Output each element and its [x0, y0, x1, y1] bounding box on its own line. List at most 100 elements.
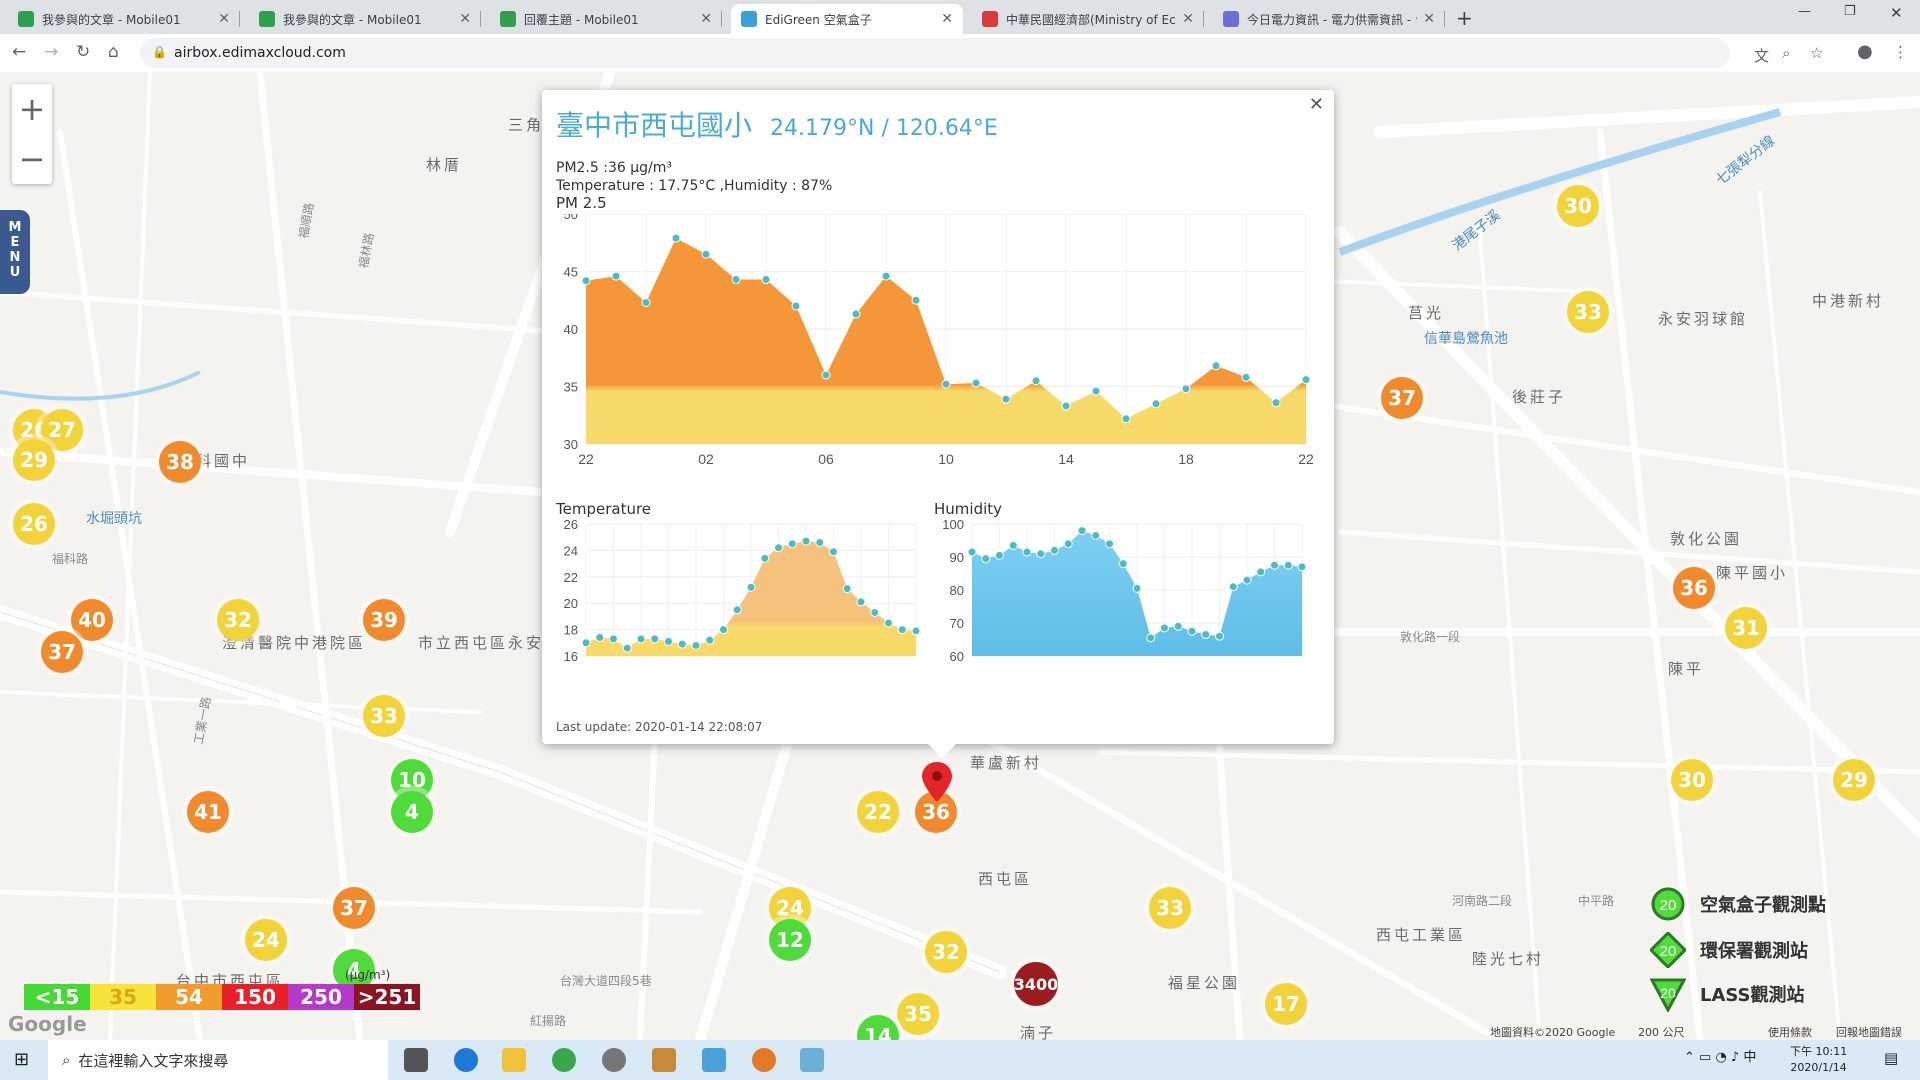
station-marker[interactable]: 33: [1567, 291, 1609, 333]
menu-dots-icon[interactable]: ⋮: [1893, 43, 1908, 61]
app-icon-4[interactable]: [752, 1048, 776, 1072]
close-window-button[interactable]: ✕: [1890, 4, 1903, 22]
tab-3[interactable]: 回覆主題 - Mobile01 ✕: [490, 4, 722, 34]
station-marker[interactable]: 17: [1265, 983, 1307, 1025]
data-point: [701, 249, 711, 259]
station-marker[interactable]: 12: [769, 919, 811, 961]
station-marker[interactable]: 36: [1673, 567, 1715, 609]
station-marker[interactable]: 32: [217, 599, 259, 641]
legend-epa: 20 環保署觀測站: [1650, 932, 1808, 968]
station-marker[interactable]: 30: [1557, 185, 1599, 227]
svg-text:20: 20: [1660, 897, 1677, 914]
app-icon-3[interactable]: [702, 1048, 726, 1072]
station-marker[interactable]: 3400: [1014, 962, 1058, 1006]
tray-icons[interactable]: ⌃ ▭ ◔ ♪ 中: [1684, 1050, 1756, 1066]
data-point: [967, 547, 977, 557]
station-marker[interactable]: 29: [13, 439, 55, 481]
close-popup-icon[interactable]: ✕: [1309, 94, 1324, 115]
station-marker[interactable]: 26: [13, 503, 55, 545]
home-icon[interactable]: ⌂: [108, 42, 119, 62]
station-marker[interactable]: 31: [1725, 607, 1767, 649]
station-marker[interactable]: 37: [333, 887, 375, 929]
road-label: 中平路: [1578, 894, 1615, 908]
zoom-in-button[interactable]: +: [12, 84, 52, 134]
task-view-icon[interactable]: [404, 1048, 428, 1072]
station-marker[interactable]: 40: [71, 599, 113, 641]
back-icon[interactable]: ←: [12, 42, 26, 62]
bookmark-star-icon[interactable]: ☆: [1810, 44, 1823, 62]
location-pin-icon[interactable]: [920, 760, 954, 804]
station-marker[interactable]: 33: [1149, 887, 1191, 929]
data-point: [1242, 575, 1252, 585]
report-error-link[interactable]: 回報地圖錯誤: [1836, 1024, 1902, 1040]
y-tick-label: 60: [950, 649, 964, 664]
station-marker[interactable]: 37: [1381, 377, 1423, 419]
station-marker[interactable]: 30: [1671, 759, 1713, 801]
station-marker[interactable]: 35: [897, 993, 939, 1035]
place-label: 永安羽球館: [1658, 310, 1749, 328]
edge-icon[interactable]: [454, 1048, 478, 1072]
new-tab-button[interactable]: +: [1456, 6, 1473, 30]
station-marker[interactable]: 24: [245, 919, 287, 961]
tab-5[interactable]: 中華民國經濟部(Ministry of Eco ✕: [972, 4, 1204, 34]
station-marker[interactable]: 22: [857, 791, 899, 833]
tab-title: 中華民國經濟部(Ministry of Eco: [1006, 12, 1177, 27]
data-point: [705, 635, 715, 645]
address-bar[interactable]: 🔒 airbox.edimaxcloud.com 文 ⌕ ☆: [140, 38, 1823, 68]
y-tick-label: 45: [564, 265, 578, 280]
file-explorer-icon[interactable]: [502, 1048, 526, 1072]
tab-favicon-icon: [259, 11, 275, 27]
y-tick-label: 18: [564, 623, 578, 638]
aqi-band: 250: [288, 984, 354, 1010]
search-placeholder: 在這裡輸入文字來搜尋: [78, 1051, 229, 1070]
svg-text:20: 20: [1660, 985, 1676, 1001]
forward-icon[interactable]: →: [44, 42, 58, 62]
station-marker[interactable]: 37: [41, 631, 83, 673]
clock[interactable]: 下午 10:11 2020/1/14: [1790, 1044, 1847, 1076]
place-label: 水堀頭坑: [86, 511, 142, 527]
app-icon-5[interactable]: [800, 1048, 824, 1072]
map-canvas[interactable]: 三角 林厝 莒光 後莊子 中港新村 永安羽球館 信華島鶯魚池 敦化公園 陳平國小 陳平 華盧新村 西屯…: [0, 72, 1920, 1040]
tab-6[interactable]: 今日電力資訊 - 電力供需資訊 - 台 ✕: [1213, 4, 1445, 34]
tab-close-icon[interactable]: ✕: [941, 11, 953, 27]
chrome-icon[interactable]: [552, 1048, 576, 1072]
station-marker[interactable]: 32: [925, 931, 967, 973]
terms-link[interactable]: 使用條款: [1768, 1024, 1812, 1040]
profile-icon[interactable]: ●: [1857, 41, 1873, 62]
station-marker[interactable]: 29: [1833, 759, 1875, 801]
translate-icon[interactable]: 文: [1754, 45, 1769, 66]
url-text[interactable]: airbox.edimaxcloud.com: [174, 45, 346, 61]
y-tick-label: 100: [942, 520, 964, 532]
restore-button[interactable]: ❐: [1844, 4, 1856, 19]
tab-separator: [239, 11, 240, 27]
tab-close-icon[interactable]: ✕: [1423, 11, 1435, 27]
station-marker[interactable]: 4: [391, 791, 433, 833]
notification-icon[interactable]: ▤: [1884, 1050, 1898, 1066]
data-point: [911, 295, 921, 305]
tab-close-icon[interactable]: ✕: [218, 11, 230, 27]
menu-tab[interactable]: MENU: [0, 210, 30, 294]
tab-close-icon[interactable]: ✕: [1182, 11, 1194, 27]
tab-close-icon[interactable]: ✕: [459, 11, 471, 27]
zoom-out-button[interactable]: −: [12, 134, 52, 184]
reload-icon[interactable]: ↻: [76, 42, 90, 62]
minimize-button[interactable]: —: [1798, 4, 1811, 19]
tab-2[interactable]: 我參與的文章 - Mobile01 ✕: [249, 4, 481, 34]
station-title: 臺中市西屯國小 24.179°N / 120.64°E: [556, 104, 998, 144]
legend-airbox: 20 空氣盒子觀測點: [1650, 886, 1826, 922]
station-marker[interactable]: 33: [363, 695, 405, 737]
tab-favicon-icon: [741, 11, 757, 27]
aqi-band: >251: [354, 984, 420, 1010]
windows-start-icon[interactable]: ⊞: [14, 1049, 29, 1070]
tab-close-icon[interactable]: ✕: [700, 11, 712, 27]
tab-4[interactable]: EdiGreen 空氣盒子 ✕: [731, 4, 963, 34]
app-icon-2[interactable]: [652, 1048, 676, 1072]
station-marker[interactable]: 39: [363, 599, 405, 641]
zoom-icon[interactable]: ⌕: [1782, 44, 1790, 62]
app-icon-1[interactable]: [602, 1048, 626, 1072]
station-marker[interactable]: 38: [159, 441, 201, 483]
tab-1[interactable]: 我參與的文章 - Mobile01 ✕: [8, 4, 240, 34]
taskbar-search[interactable]: ⌕ 在這裡輸入文字來搜尋: [48, 1040, 388, 1080]
station-marker[interactable]: 41: [187, 791, 229, 833]
data-point: [842, 584, 852, 594]
